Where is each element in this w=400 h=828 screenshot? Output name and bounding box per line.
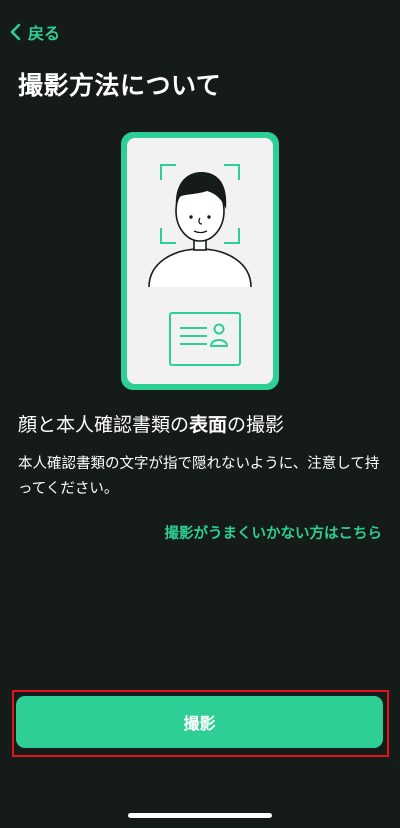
heading-suffix: の撮影 xyxy=(227,414,285,436)
instruction-heading: 顔と本人確認書類の表面の撮影 xyxy=(18,410,284,437)
page-title: 撮影方法について xyxy=(18,71,222,100)
home-indicator xyxy=(128,813,272,818)
heading-emphasis: 表面 xyxy=(189,414,228,436)
capture-button[interactable]: 撮影 xyxy=(16,696,383,748)
help-link[interactable]: 撮影がうまくいかない方はこちら xyxy=(165,522,383,543)
id-photo-illustration xyxy=(121,132,279,390)
face-illustration xyxy=(148,180,252,288)
id-card-icon xyxy=(169,312,241,366)
chevron-left-icon xyxy=(8,23,24,41)
back-label: 戻る xyxy=(28,24,61,43)
instruction-description: 本人確認書類の文字が指で隠れないように、注意して持ってください。 xyxy=(18,456,380,497)
heading-prefix: 顔と本人確認書類の xyxy=(18,414,190,436)
back-button[interactable]: 戻る xyxy=(8,20,60,44)
